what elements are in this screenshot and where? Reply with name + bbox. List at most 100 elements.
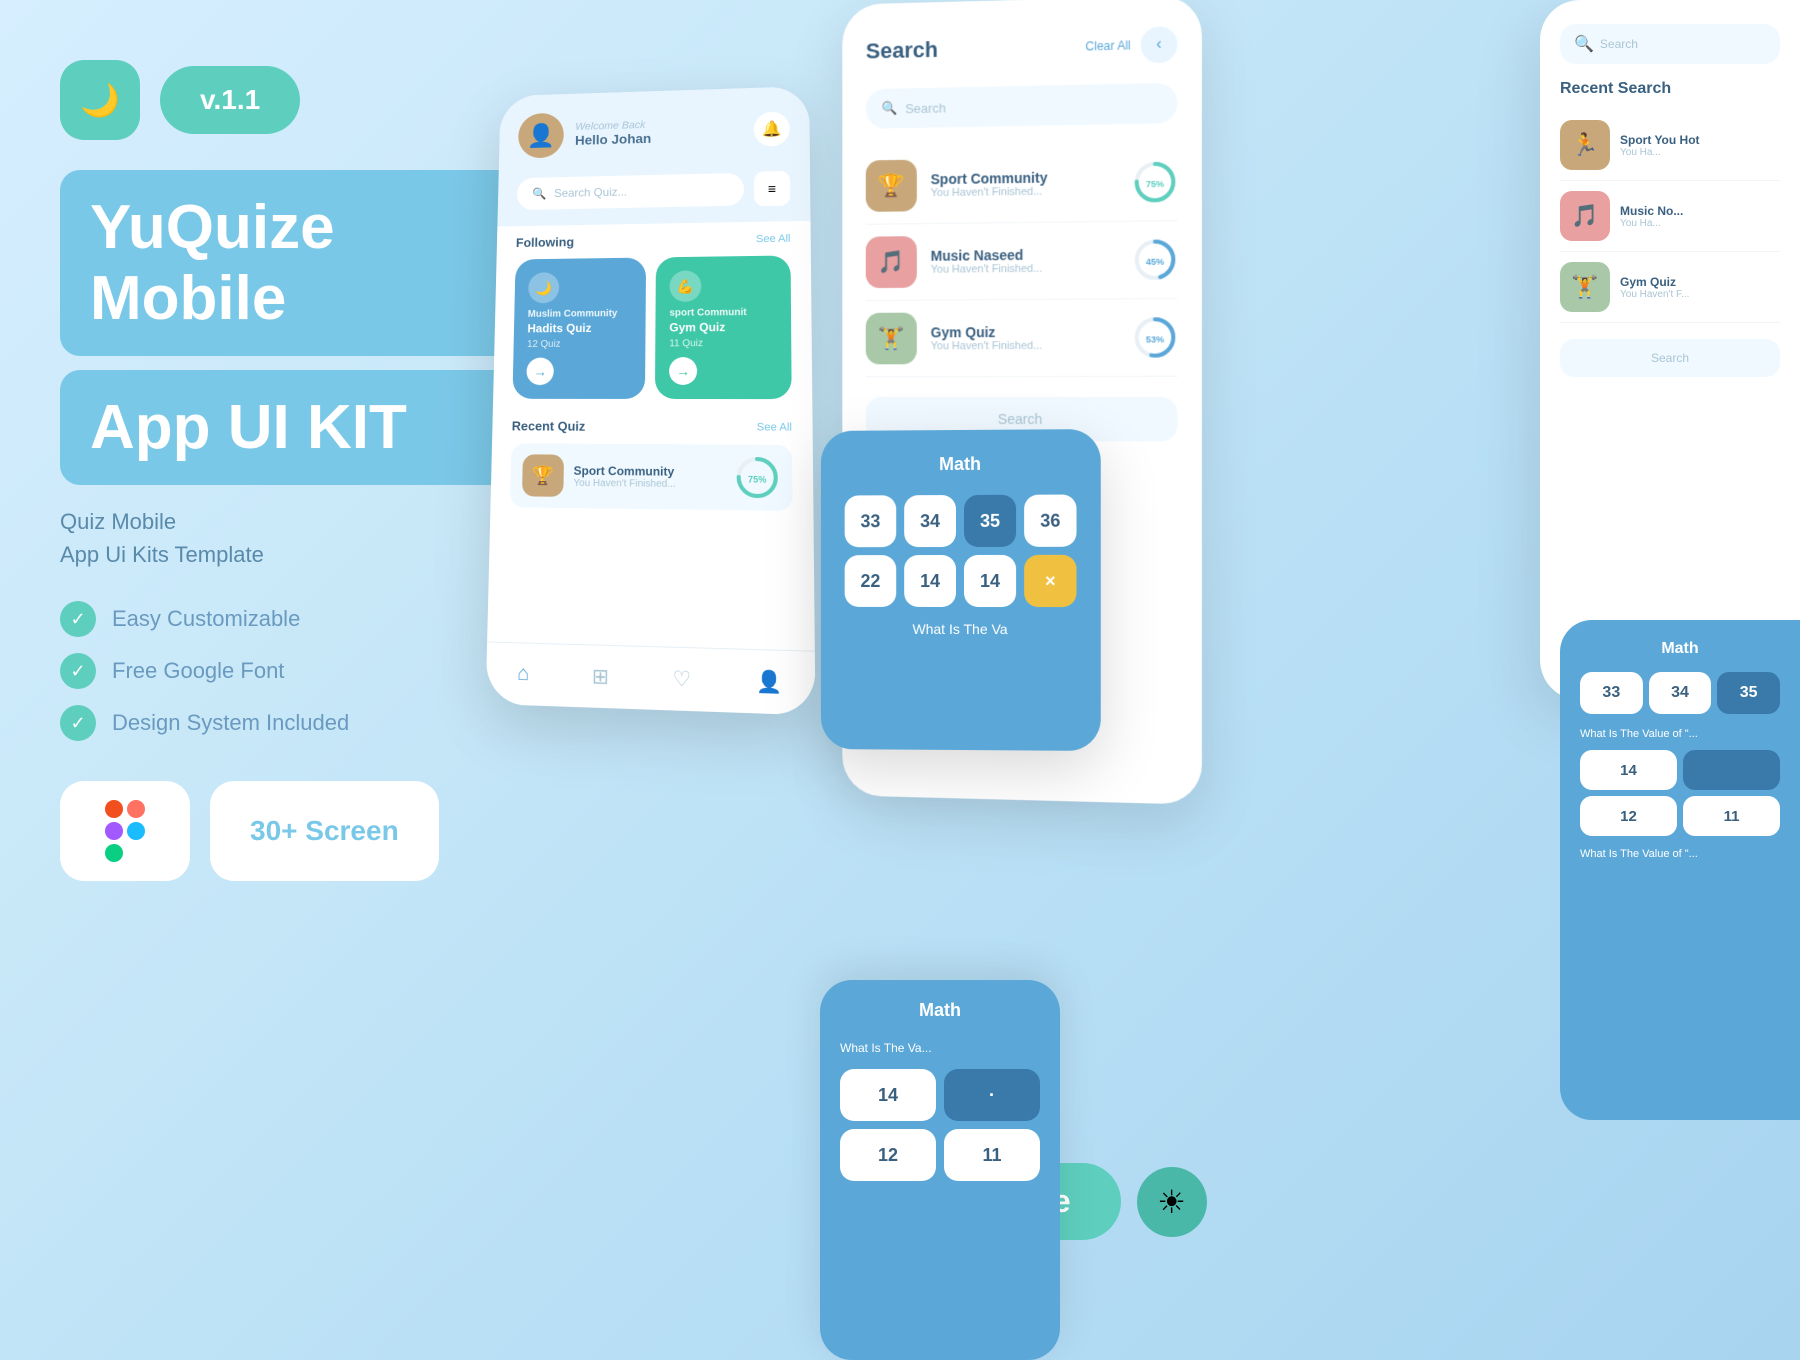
recent-item-sub-1: You Haven't Finished... (573, 477, 724, 490)
sun-badge[interactable]: ☀ (1137, 1167, 1207, 1237)
number-36[interactable]: 36 (1024, 495, 1076, 547)
card-category-2: sport Communit (669, 307, 776, 319)
panel-search-input[interactable]: 🔍 Search (866, 83, 1178, 129)
right-ans-11[interactable]: 11 (1683, 796, 1780, 836)
result-progress-1: 75% (1133, 160, 1178, 205)
svg-text:45%: 45% (1146, 257, 1164, 267)
card-arrow-1[interactable]: → (526, 358, 554, 386)
recent-item-1[interactable]: 🏆 Sport Community You Haven't Finished..… (510, 443, 793, 511)
card-arrow-2[interactable]: → (669, 357, 697, 385)
phone-header: 👤 Welcome Back Hello Johan 🔔 (499, 86, 810, 178)
figma-dot-blue (127, 822, 145, 840)
card-icon-gym: 💪 (669, 270, 701, 302)
right-number-grid: 33 34 35 (1580, 672, 1780, 714)
result-item-1[interactable]: 🏆 Sport Community You Haven't Finished..… (866, 143, 1178, 224)
music-info: Music No... You Ha... (1620, 204, 1683, 229)
panel-search-icon: 🔍 (881, 100, 897, 116)
number-14a[interactable]: 14 (904, 555, 956, 607)
result-item-3[interactable]: 🏋 Gym Quiz You Haven't Finished... 53% (866, 299, 1178, 377)
number-wrong[interactable]: × (1024, 555, 1076, 607)
result-sub-1: You Haven't Finished... (931, 185, 1119, 200)
sport-hot-item[interactable]: 🏃 Sport You Hot You Ha... (1560, 110, 1780, 181)
right-search-panel: 🔍 Search Recent Search 🏃 Sport You Hot Y… (1540, 0, 1800, 700)
answer-row-1: 14 · (840, 1069, 1040, 1121)
title-block: YuQuize Mobile App UI KIT (60, 170, 540, 485)
clear-all-button[interactable]: Clear All (1086, 38, 1131, 53)
recent-title: Recent Quiz (512, 419, 586, 434)
features-list: ✓ Easy Customizable ✓ Free Google Font ✓… (60, 601, 540, 741)
right-num-35[interactable]: 35 (1717, 672, 1780, 714)
recent-item-title-1: Sport Community (574, 463, 725, 479)
title-main: YuQuize Mobile (90, 193, 335, 333)
phone-main: 👤 Welcome Back Hello Johan 🔔 🔍 Search Qu… (486, 86, 816, 715)
answer-14[interactable]: 14 (840, 1069, 936, 1121)
music-avatar: 🎵 (1560, 191, 1610, 241)
music-item[interactable]: 🎵 Music No... You Ha... (1560, 181, 1780, 252)
right-answers: 14 12 11 (1580, 750, 1780, 836)
recent-avatar-1: 🏆 (522, 454, 564, 497)
search-input-container[interactable]: 🔍 Search Quiz... (517, 173, 744, 210)
right-math-question-2: What Is The Value of "... (1580, 848, 1780, 860)
feature-item-1: ✓ Easy Customizable (60, 601, 540, 637)
right-search-button[interactable]: Search (1560, 339, 1780, 377)
following-see-all[interactable]: See All (756, 232, 791, 244)
recent-info-1: Sport Community You Haven't Finished... (573, 463, 724, 490)
feature-item-2: ✓ Free Google Font (60, 653, 540, 689)
result-item-2[interactable]: 🎵 Music Naseed You Haven't Finished... 4… (866, 221, 1178, 301)
right-math-panel: Math 33 34 35 What Is The Value of "... … (1560, 620, 1800, 1120)
check-icon-3: ✓ (60, 705, 96, 741)
right-search-bar: 🔍 Search (1560, 24, 1780, 64)
number-22[interactable]: 22 (845, 555, 897, 607)
sun-icon: ☀ (1157, 1183, 1186, 1221)
quiz-card-gym[interactable]: 💪 sport Communit Gym Quiz 11 Quiz → (655, 255, 792, 399)
right-search-input[interactable]: 🔍 Search (1560, 24, 1780, 64)
user-avatar: 👤 (518, 113, 564, 159)
right-ans-empty[interactable] (1683, 750, 1780, 790)
gym-title: Gym Quiz (1620, 275, 1689, 289)
right-search-icon: 🔍 (1574, 34, 1594, 54)
screens-badge: 30+ Screen (210, 781, 439, 881)
question-text: What Is The Va (845, 621, 1077, 637)
figma-dot-orange (127, 800, 145, 818)
back-button[interactable]: ‹ (1141, 26, 1178, 63)
card-title-2: Gym Quiz (669, 320, 777, 335)
top-row: 🌙 v.1.1 (60, 60, 540, 140)
filter-button[interactable]: ≡ (754, 171, 790, 207)
svg-text:75%: 75% (748, 474, 767, 485)
answer-selected[interactable]: · (944, 1069, 1040, 1121)
nav-home[interactable]: ⌂ (517, 662, 530, 686)
svg-text:53%: 53% (1146, 334, 1164, 344)
result-avatar-2: 🎵 (866, 236, 917, 288)
number-33[interactable]: 33 (845, 495, 897, 547)
figma-dot-purple (105, 822, 123, 840)
number-34[interactable]: 34 (904, 495, 956, 547)
right-search-placeholder: Search (1600, 37, 1638, 51)
right-num-33[interactable]: 33 (1580, 672, 1643, 714)
right-num-34[interactable]: 34 (1649, 672, 1712, 714)
recent-quiz-section: Recent Quiz See All 🏆 Sport Community Yo… (490, 399, 813, 522)
number-14b[interactable]: 14 (964, 555, 1016, 607)
nav-grid[interactable]: ⊞ (592, 663, 609, 690)
music-sub: You Ha... (1620, 218, 1683, 229)
recent-see-all[interactable]: See All (757, 421, 792, 433)
following-title: Following (516, 235, 574, 250)
sport-hot-avatar: 🏃 (1560, 120, 1610, 170)
gym-item[interactable]: 🏋 Gym Quiz You Haven't F... (1560, 252, 1780, 323)
quiz-card-muslim[interactable]: 🌙 Muslim Community Hadits Quiz 12 Quiz → (512, 258, 646, 399)
number-35-active[interactable]: 35 (964, 495, 1016, 547)
subtitle: Quiz Mobile App Ui Kits Template (60, 505, 540, 571)
notification-button[interactable]: 🔔 (754, 111, 790, 146)
right-ans-14[interactable]: 14 (1580, 750, 1677, 790)
nav-profile[interactable]: 👤 (756, 668, 782, 696)
check-icon-2: ✓ (60, 653, 96, 689)
search-panel-title: Search (866, 37, 938, 64)
answer-11[interactable]: 11 (944, 1129, 1040, 1181)
search-placeholder: Search Quiz... (554, 185, 627, 200)
nav-bookmark[interactable]: ♡ (672, 666, 691, 693)
right-ans-12[interactable]: 12 (1580, 796, 1677, 836)
result-info-2: Music Naseed You Haven't Finished... (931, 246, 1119, 276)
answer-row-2: 12 11 (840, 1129, 1040, 1181)
answer-12[interactable]: 12 (840, 1129, 936, 1181)
right-math-title: Math (1580, 640, 1780, 658)
number-grid: 33 34 35 36 22 14 14 × (845, 495, 1077, 608)
